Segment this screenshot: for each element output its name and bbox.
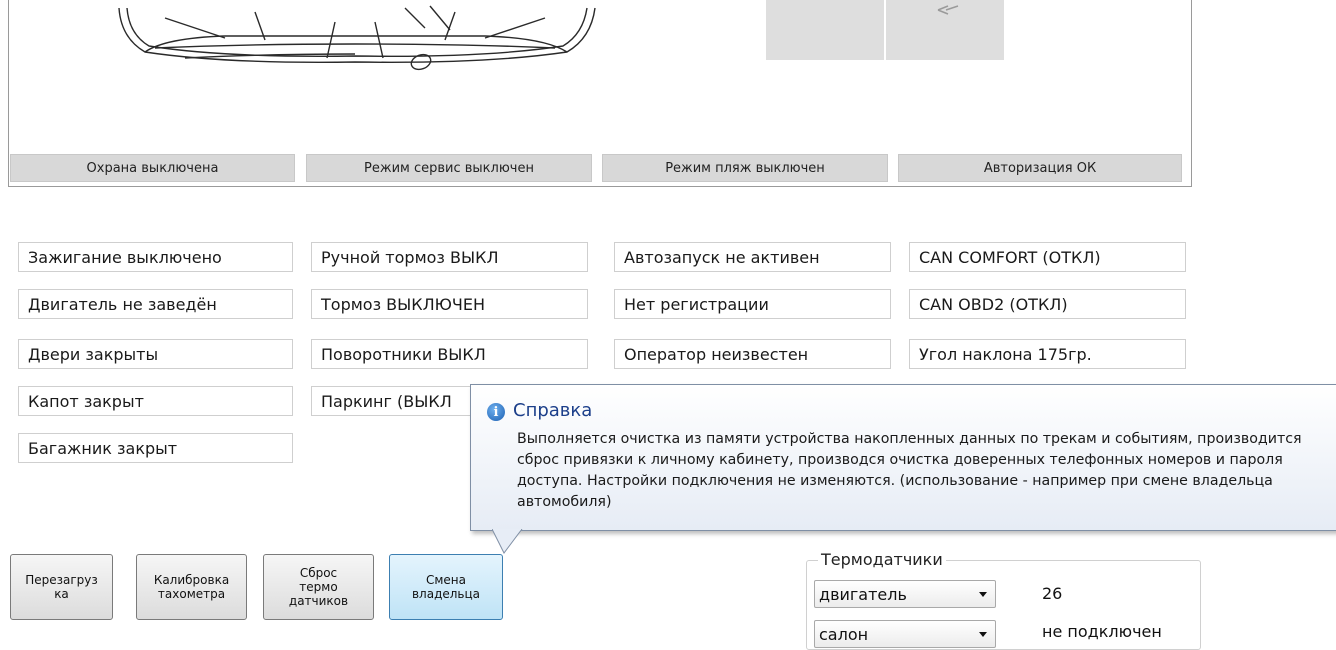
status-can-comfort: CAN COMFORT (ОТКЛ) bbox=[909, 242, 1186, 272]
thermo-sensors-legend: Термодатчики bbox=[818, 550, 946, 569]
chevron-down-icon bbox=[979, 632, 987, 637]
status-operator: Оператор неизвестен bbox=[614, 339, 891, 369]
status-engine: Двигатель не заведён bbox=[18, 289, 293, 319]
chevron-down-icon bbox=[979, 592, 987, 597]
tachometer-calibration-button[interactable]: Калибровка тахометра bbox=[136, 554, 247, 620]
change-owner-button[interactable]: Смена владельца bbox=[389, 554, 503, 620]
thermo-sensor-select-2[interactable]: салон bbox=[814, 620, 996, 648]
status-brake: Тормоз ВЫКЛЮЧЕН bbox=[311, 289, 588, 319]
help-tooltip: i Справка Выполняется очистка из памяти … bbox=[470, 384, 1336, 531]
status-trunk: Багажник закрыт bbox=[18, 433, 293, 463]
image-placeholder-left bbox=[766, 0, 884, 60]
tooltip-text: Выполняется очистка из памяти устройства… bbox=[517, 431, 1302, 510]
thermo-sensor-value: 26 bbox=[1042, 584, 1063, 603]
status-ignition: Зажигание выключено bbox=[18, 242, 293, 272]
status-tilt-angle: Угол наклона 175гр. bbox=[909, 339, 1186, 369]
tooltip-title: Справка bbox=[513, 400, 593, 421]
tooltip-pointer bbox=[492, 529, 523, 554]
status-security: Охрана выключена bbox=[10, 154, 295, 182]
status-authorization: Авторизация ОК bbox=[898, 154, 1182, 182]
info-icon: i bbox=[487, 403, 505, 421]
status-bar: Охрана выключена Режим сервис выключен Р… bbox=[10, 154, 1182, 182]
status-handbrake: Ручной тормоз ВЫКЛ bbox=[311, 242, 588, 272]
status-registration: Нет регистрации bbox=[614, 289, 891, 319]
status-autostart: Автозапуск не активен bbox=[614, 242, 891, 272]
thermo-sensor-select-value: двигатель bbox=[819, 584, 907, 604]
car-illustration bbox=[118, 5, 596, 71]
arrow-icon bbox=[937, 5, 959, 15]
thermo-sensor-select-2-value: салон bbox=[819, 624, 869, 644]
status-parking: Паркинг (ВЫКЛ bbox=[311, 386, 476, 416]
status-beach-mode: Режим пляж выключен bbox=[602, 154, 888, 182]
thermo-sensor-value-2: не подключен bbox=[1042, 622, 1162, 641]
status-doors: Двери закрыты bbox=[18, 339, 293, 369]
status-service-mode: Режим сервис выключен bbox=[306, 154, 592, 182]
status-hood: Капот закрыт bbox=[18, 386, 293, 416]
status-turn-signals: Поворотники ВЫКЛ bbox=[311, 339, 588, 369]
status-can-obd2: CAN OBD2 (ОТКЛ) bbox=[909, 289, 1186, 319]
reboot-button[interactable]: Перезагруз ка bbox=[10, 554, 113, 620]
reset-thermo-sensors-button[interactable]: Сброс термо датчиков bbox=[263, 554, 374, 620]
thermo-sensor-select[interactable]: двигатель bbox=[814, 580, 996, 608]
image-placeholder-right bbox=[886, 0, 1004, 60]
